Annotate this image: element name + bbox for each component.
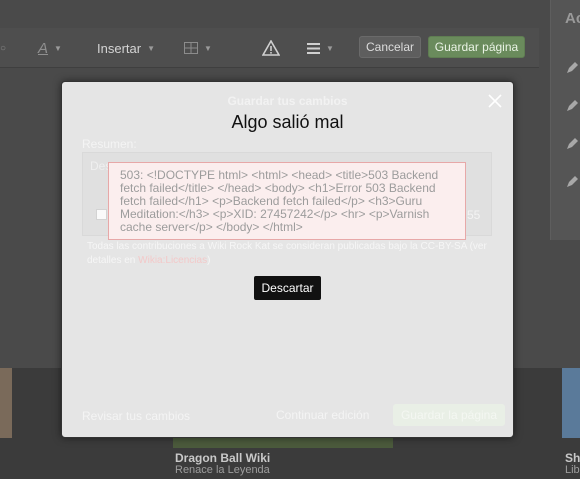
text-style-dropdown[interactable]: A ▼ (38, 28, 62, 68)
wiki-card-title[interactable]: Dragon Ball Wiki (175, 451, 270, 465)
wiki-thumbnail[interactable] (562, 368, 580, 438)
pencil-icon[interactable] (566, 138, 578, 150)
pencil-icon[interactable] (566, 100, 578, 112)
error-message: 503: <!DOCTYPE html> <html> <head> <titl… (120, 168, 439, 234)
cancel-button[interactable]: Cancelar (359, 36, 421, 58)
wiki-card-subtitle: Renace la Leyenda (175, 464, 270, 476)
page-options-menu[interactable]: ▼ (307, 28, 334, 68)
minor-edit-checkbox[interactable] (96, 209, 107, 220)
wiki-thumbnail[interactable] (0, 368, 12, 438)
error-dialog-title: Algo salió mal (231, 112, 344, 132)
chevron-down-icon: ▼ (326, 43, 334, 53)
insert-menu-label: Insertar (97, 40, 142, 56)
chevron-down-icon: ▼ (147, 43, 155, 53)
license-end: ) (207, 255, 211, 266)
license-notice: Todas las contribuciones a Wiki Rock Kat… (87, 240, 487, 268)
rail-title: Ac (565, 10, 580, 27)
save-page-dialog-button[interactable]: Guardar la página (393, 404, 505, 426)
chevron-down-icon: ▼ (54, 43, 62, 53)
chevron-down-icon: ▼ (204, 43, 212, 53)
table-dropdown[interactable]: ▼ (184, 28, 212, 68)
editor-toolbar: ○ A ▼ Insertar ▼ ▼ ▼ Cancelar Guardar pá… (0, 28, 539, 68)
summary-label: Resumen: (82, 137, 137, 151)
text-style-icon: A (38, 39, 49, 57)
review-changes-button[interactable]: Revisar tus cambios (82, 409, 190, 423)
hamburger-icon (307, 42, 320, 54)
insert-menu[interactable]: Insertar ▼ (97, 28, 155, 68)
wiki-card-subtitle: Libe (565, 464, 580, 476)
warning-button[interactable] (262, 28, 280, 68)
save-dialog-title: Guardar tus cambios (227, 94, 348, 108)
wiki-card-title[interactable]: Shi (565, 451, 580, 465)
license-link[interactable]: Wikia:Licencias (138, 255, 207, 266)
pencil-icon[interactable] (566, 62, 578, 74)
error-message-box: 503: <!DOCTYPE html> <html> <head> <titl… (108, 162, 466, 240)
close-icon[interactable] (487, 93, 503, 109)
character-counter: 55 (467, 208, 481, 222)
warning-icon (262, 40, 280, 56)
save-dialog: Guardar tus cambios Resumen: Des 55 Toda… (61, 81, 514, 438)
dismiss-button[interactable]: Descartar (254, 276, 321, 300)
continue-editing-button[interactable]: Continuar edición (276, 408, 369, 422)
pencil-icon[interactable] (566, 176, 578, 188)
right-rail (550, 0, 580, 240)
toolbar-edge-icon[interactable]: ○ (0, 28, 6, 68)
save-page-button[interactable]: Guardar página (428, 36, 525, 58)
table-icon (184, 42, 198, 54)
